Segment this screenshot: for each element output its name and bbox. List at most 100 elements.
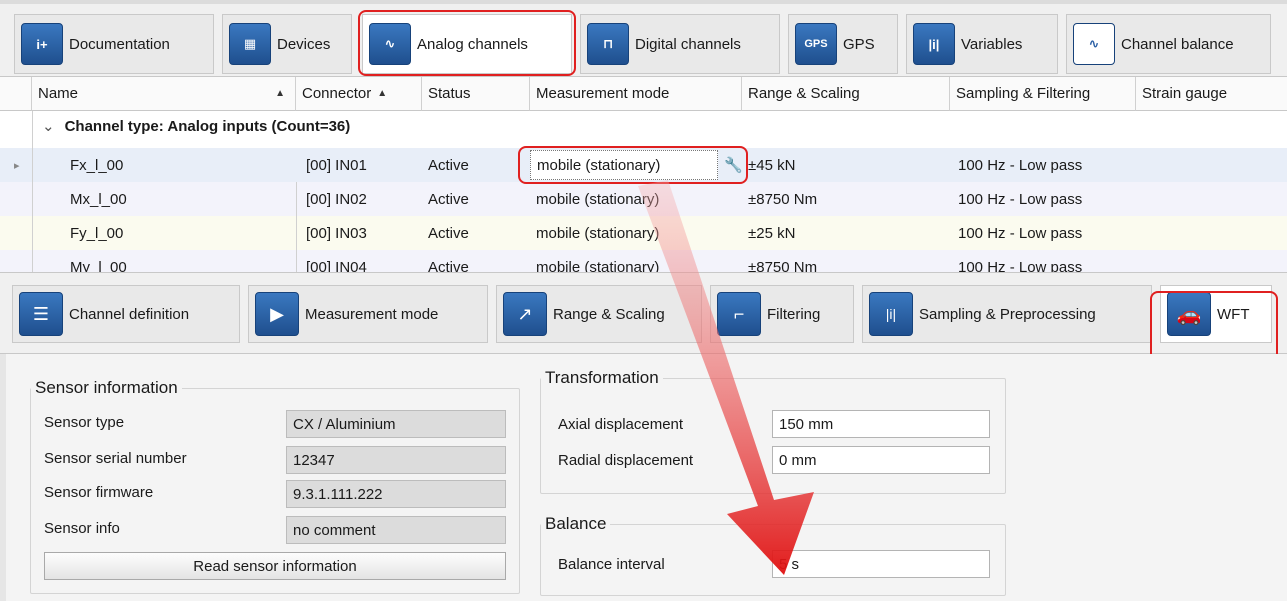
- sensor-info-field: no comment: [286, 516, 506, 544]
- tab-range-scaling[interactable]: ↗ Range & Scaling: [496, 285, 702, 343]
- tab-filtering[interactable]: ⌐ Filtering: [710, 285, 854, 343]
- group-label: Channel type: Analog inputs (Count=36): [64, 118, 351, 135]
- cell-sampling: 100 Hz - Low pass: [958, 258, 1083, 273]
- field-label: Balance interval: [558, 556, 665, 573]
- sort-asc-icon: ▲: [275, 88, 285, 99]
- field-label: Radial displacement: [558, 452, 694, 469]
- wft-settings-panel: Sensor information Sensor type CX / Alum…: [0, 354, 1287, 601]
- tab-channel-balance[interactable]: ∿ Channel balance: [1066, 14, 1271, 74]
- measurement-mode-editor[interactable]: mobile (stationary): [530, 150, 718, 180]
- channel-balance-icon: ∿: [1073, 23, 1115, 65]
- tab-label: WFT: [1217, 305, 1250, 323]
- column-header-range-scaling[interactable]: Range & Scaling: [742, 77, 950, 111]
- channel-grid: Name ▲ Connector ▲ Status Measurement mo…: [0, 77, 1287, 272]
- cell-connector: [00] IN04: [306, 258, 367, 273]
- column-header-measurement-mode[interactable]: Measurement mode: [530, 77, 742, 111]
- tab-variables[interactable]: |i| Variables: [906, 14, 1058, 74]
- measurement-mode-icon: ▶: [255, 292, 299, 336]
- cell-name: Mx_l_00: [70, 190, 127, 208]
- table-row[interactable]: ▸ Fx_l_00 [00] IN01 Active mobile (stati…: [0, 148, 1287, 182]
- variables-icon: |i|: [913, 23, 955, 65]
- column-header-connector[interactable]: Connector ▲: [296, 77, 422, 111]
- column-header-name[interactable]: Name ▲: [32, 77, 296, 111]
- row-indicator-icon: ▸: [14, 159, 20, 172]
- table-row[interactable]: Fy_l_00 [00] IN03 Active mobile (station…: [0, 216, 1287, 250]
- digital-channels-icon: ⊓: [587, 23, 629, 65]
- field-label: Sensor firmware: [44, 484, 154, 501]
- tab-wft[interactable]: 🚗 WFT: [1160, 285, 1272, 343]
- tab-sampling-preprocessing[interactable]: |i| Sampling & Preprocessing: [862, 285, 1152, 343]
- channel-definition-icon: ☰: [19, 292, 63, 336]
- tab-label: Range & Scaling: [553, 305, 665, 323]
- column-header-status[interactable]: Status: [422, 77, 530, 111]
- gps-icon: GPS: [795, 23, 837, 65]
- field-label: Sensor info: [44, 520, 120, 537]
- column-label: Name: [38, 85, 79, 102]
- tab-devices[interactable]: ▦ Devices: [222, 14, 352, 74]
- filtering-icon: ⌐: [717, 292, 761, 336]
- tab-gps[interactable]: GPS GPS: [788, 14, 898, 74]
- tab-label: Filtering: [767, 305, 821, 323]
- cell-mode: mobile (stationary): [536, 224, 660, 242]
- grid-divider: [32, 111, 33, 272]
- tab-documentation[interactable]: i+ Documentation: [14, 14, 214, 74]
- table-row[interactable]: My_l_00 [00] IN04 Active mobile (station…: [0, 250, 1287, 272]
- column-header-strain-gauge[interactable]: Strain gauge: [1136, 77, 1287, 111]
- sampling-icon: |i|: [869, 292, 913, 336]
- cell-range: ±45 kN: [748, 156, 796, 174]
- row-header-column: [0, 77, 32, 111]
- field-label: Sensor type: [44, 414, 125, 431]
- cell-connector: [00] IN02: [306, 190, 367, 208]
- cell-range: ±8750 Nm: [748, 258, 818, 273]
- cell-connector: [00] IN03: [306, 224, 367, 242]
- column-label: Strain gauge: [1142, 85, 1228, 102]
- group-row[interactable]: ⌄ Channel type: Analog inputs (Count=36): [42, 117, 350, 135]
- cell-name: My_l_00: [70, 258, 127, 273]
- read-sensor-information-button[interactable]: Read sensor information: [44, 552, 506, 580]
- tab-channel-definition[interactable]: ☰ Channel definition: [12, 285, 240, 343]
- analog-channels-icon: ∿: [369, 23, 411, 65]
- collapse-chevron-icon[interactable]: ⌄: [42, 118, 55, 135]
- cell-mode: mobile (stationary): [536, 190, 660, 208]
- column-header-sampling-filtering[interactable]: Sampling & Filtering: [950, 77, 1136, 111]
- sensor-serial-field: 12347: [286, 446, 506, 474]
- cell-status: Active: [428, 224, 469, 242]
- cell-status: Active: [428, 190, 469, 208]
- grid-divider: [296, 182, 297, 272]
- cell-connector: [00] IN01: [306, 156, 367, 174]
- tab-measurement-mode[interactable]: ▶ Measurement mode: [248, 285, 488, 343]
- tab-label: Measurement mode: [305, 305, 439, 323]
- radial-displacement-input[interactable]: 0 mm: [772, 446, 990, 474]
- cell-sampling: 100 Hz - Low pass: [958, 224, 1083, 242]
- tab-digital-channels[interactable]: ⊓ Digital channels: [580, 14, 780, 74]
- axial-displacement-input[interactable]: 150 mm: [772, 410, 990, 438]
- car-icon: 🚗: [1167, 292, 1211, 336]
- group-title: Transformation: [545, 368, 659, 387]
- cell-range: ±25 kN: [748, 224, 796, 242]
- tab-analog-channels[interactable]: ∿ Analog channels: [362, 14, 572, 74]
- sort-asc-icon: ▲: [377, 88, 388, 99]
- tab-label: Analog channels: [417, 35, 528, 53]
- wrench-icon[interactable]: 🔧: [720, 148, 743, 182]
- column-label: Connector: [302, 85, 372, 102]
- group-title: Sensor information: [35, 378, 178, 397]
- cell-sampling: 100 Hz - Low pass: [958, 156, 1083, 174]
- balance-interval-input[interactable]: 5 s: [772, 550, 990, 578]
- tab-label: Devices: [277, 35, 331, 53]
- column-label: Sampling & Filtering: [956, 85, 1091, 102]
- tab-label: Digital channels: [635, 35, 741, 53]
- column-label: Measurement mode: [536, 85, 670, 102]
- table-row[interactable]: Mx_l_00 [00] IN02 Active mobile (station…: [0, 182, 1287, 216]
- documentation-icon: i+: [21, 23, 63, 65]
- group-title: Balance: [545, 514, 607, 533]
- range-scaling-icon: ↗: [503, 292, 547, 336]
- sensor-firmware-field: 9.3.1.111.222: [286, 480, 506, 508]
- tab-label: Channel definition: [69, 305, 190, 323]
- cell-name: Fy_l_00: [70, 224, 124, 242]
- devices-icon: ▦: [229, 23, 271, 65]
- column-label: Status: [428, 85, 471, 102]
- cell-range: ±8750 Nm: [748, 190, 818, 208]
- sensor-type-field: CX / Aluminium: [286, 410, 506, 438]
- cell-status: Active: [428, 156, 469, 174]
- cell-mode: mobile (stationary): [536, 258, 660, 273]
